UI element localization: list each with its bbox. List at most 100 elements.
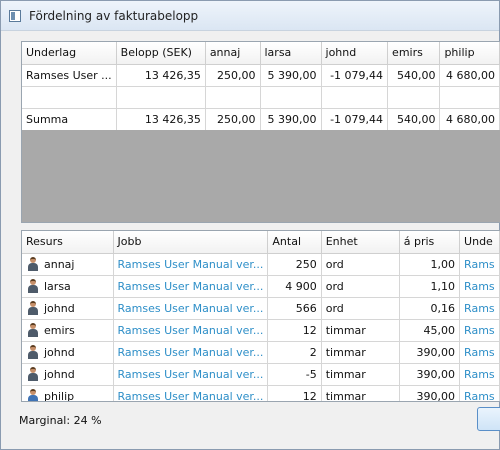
price-cell: 390,00 — [399, 341, 461, 364]
distribution-header-row: Underlag Belopp (SEK) annaj larsa johnd emirs… — [22, 42, 500, 65]
person-icon — [26, 367, 40, 381]
column-header[interactable]: annaj — [205, 42, 261, 65]
table-cell: 13 426,35 — [116, 64, 206, 87]
column-header[interactable]: Belopp (SEK) — [116, 42, 206, 65]
basis-link[interactable]: Rams — [459, 319, 500, 342]
quantity-cell: 4 900 — [267, 275, 322, 298]
title-bar: Fördelning av fakturabelopp — [1, 1, 499, 31]
quantity-cell: 566 — [267, 297, 322, 320]
app-icon — [9, 9, 21, 22]
basis-link[interactable]: Rams — [459, 297, 500, 320]
table-cell: -1 079,44 — [321, 108, 389, 131]
column-header[interactable]: emirs — [387, 42, 441, 65]
column-header[interactable]: Unde — [459, 231, 500, 254]
dialog-window: Fördelning av fakturabelopp Underlag Belo… — [0, 0, 500, 450]
table-row[interactable]: emirs Ramses User Manual ver... 12 timmar 45… — [22, 319, 500, 342]
table-cell: 540,00 — [387, 108, 441, 131]
resource-name: larsa — [44, 279, 71, 293]
person-icon — [26, 257, 40, 271]
table-cell — [321, 86, 389, 109]
resource-name: johnd — [44, 367, 75, 381]
column-header[interactable]: Underlag — [22, 42, 117, 65]
resource-name: emirs — [44, 323, 75, 337]
price-cell: 390,00 — [399, 385, 461, 401]
table-cell: 250,00 — [205, 64, 261, 87]
column-header[interactable]: á pris — [399, 231, 461, 254]
table-cell — [439, 86, 500, 109]
table-row[interactable] — [22, 86, 500, 109]
basis-link[interactable]: Rams — [459, 253, 500, 276]
table-row[interactable]: philip Ramses User Manual ver... 12 timmar 3… — [22, 385, 500, 402]
column-header[interactable]: Jobb — [113, 231, 269, 254]
price-cell: 0,16 — [399, 297, 461, 320]
basis-link[interactable]: Rams — [459, 275, 500, 298]
basis-link[interactable]: Rams — [459, 341, 500, 364]
job-link[interactable]: Ramses User Manual ver... — [113, 275, 269, 298]
table-cell: 5 390,00 — [260, 64, 322, 87]
job-link[interactable]: Ramses User Manual ver... — [113, 341, 269, 364]
table-cell: Summa — [22, 108, 117, 131]
table-cell: 13 426,35 — [116, 108, 206, 131]
quantity-cell: -5 — [267, 363, 322, 386]
unit-cell: ord — [321, 297, 400, 320]
table-row[interactable]: johnd Ramses User Manual ver... 2 timmar 390… — [22, 341, 500, 364]
table-row[interactable]: annaj Ramses User Manual ver... 250 ord 1,00… — [22, 253, 500, 276]
price-cell: 1,00 — [399, 253, 461, 276]
person-icon — [26, 345, 40, 359]
job-link[interactable]: Ramses User Manual ver... — [113, 319, 269, 342]
basis-link[interactable]: Rams — [459, 385, 500, 401]
job-link[interactable]: Ramses User Manual ver... — [113, 385, 269, 401]
column-header[interactable]: Enhet — [321, 231, 400, 254]
resource-name: annaj — [44, 257, 75, 271]
quantity-cell: 250 — [267, 253, 322, 276]
resource-cell: johnd — [22, 341, 114, 364]
column-header[interactable]: larsa — [260, 42, 322, 65]
table-row[interactable]: johnd Ramses User Manual ver... 566 ord 0,16… — [22, 297, 500, 320]
price-cell: 45,00 — [399, 319, 461, 342]
table-cell: -1 079,44 — [321, 64, 389, 87]
table-cell: 250,00 — [205, 108, 261, 131]
price-cell: 390,00 — [399, 363, 461, 386]
column-header[interactable]: Antal — [267, 231, 322, 254]
person-icon — [26, 301, 40, 315]
column-header[interactable]: johnd — [321, 42, 389, 65]
person-icon — [26, 323, 40, 337]
resource-name: johnd — [44, 301, 75, 315]
resource-cell: johnd — [22, 363, 114, 386]
distribution-grid: Underlag Belopp (SEK) annaj larsa johnd emirs… — [21, 41, 500, 223]
table-cell — [205, 86, 261, 109]
table-row[interactable]: Ramses User ... 13 426,35 250,00 5 390,00 -1… — [22, 64, 500, 87]
unit-cell: ord — [321, 253, 400, 276]
resource-cell: philip — [22, 385, 114, 402]
basis-link[interactable]: Rams — [459, 363, 500, 386]
table-cell — [260, 86, 322, 109]
resource-name: philip — [44, 389, 75, 402]
column-header[interactable]: Resurs — [22, 231, 114, 254]
table-cell: 4 680,00 — [439, 108, 500, 131]
distribution-table: Underlag Belopp (SEK) annaj larsa johnd emirs… — [22, 42, 500, 131]
resource-cell: larsa — [22, 275, 114, 298]
job-link[interactable]: Ramses User Manual ver... — [113, 297, 269, 320]
resource-name: johnd — [44, 345, 75, 359]
table-row[interactable]: larsa Ramses User Manual ver... 4 900 ord 1,… — [22, 275, 500, 298]
column-header[interactable]: philip — [439, 42, 500, 65]
table-row[interactable]: Summa 13 426,35 250,00 5 390,00 -1 079,44 540… — [22, 108, 500, 131]
job-link[interactable]: Ramses User Manual ver... — [113, 363, 269, 386]
person-icon — [26, 389, 40, 401]
window-title: Fördelning av fakturabelopp — [29, 8, 199, 23]
quantity-cell: 12 — [267, 319, 322, 342]
person-icon — [26, 279, 40, 293]
table-cell: Ramses User ... — [22, 64, 117, 87]
table-cell — [387, 86, 441, 109]
table-cell: 540,00 — [387, 64, 441, 87]
resources-table: Resurs Jobb Antal Enhet á pris Unde annaj Rams… — [22, 231, 500, 402]
unit-cell: timmar — [321, 363, 400, 386]
table-row[interactable]: johnd Ramses User Manual ver... -5 timmar 39… — [22, 363, 500, 386]
job-link[interactable]: Ramses User Manual ver... — [113, 253, 269, 276]
ok-button[interactable] — [477, 407, 500, 431]
price-cell: 1,10 — [399, 275, 461, 298]
quantity-cell: 2 — [267, 341, 322, 364]
table-cell — [22, 86, 117, 109]
quantity-cell: 12 — [267, 385, 322, 401]
unit-cell: timmar — [321, 319, 400, 342]
